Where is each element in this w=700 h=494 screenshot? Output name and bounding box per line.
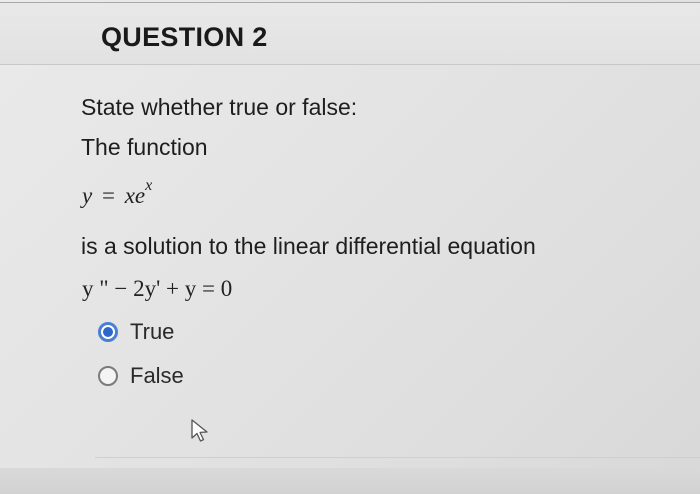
- differential-equation: y " − 2y' + y = 0: [82, 276, 233, 301]
- option-false[interactable]: False: [98, 363, 184, 389]
- bottom-divider: [95, 457, 700, 458]
- equation-lhs: y: [82, 183, 93, 208]
- equation-rhs-exponent: x: [145, 177, 153, 194]
- radio-unselected-icon[interactable]: [98, 366, 118, 386]
- prompt-line-1: State whether true or false:: [81, 94, 358, 120]
- prompt-line-2: The function: [81, 134, 208, 160]
- bottom-band: [0, 468, 700, 494]
- function-equation: y = xex: [82, 177, 152, 209]
- page-background: QUESTION 2 State whether true or false: …: [0, 0, 700, 494]
- equation-equals: =: [101, 183, 115, 208]
- header-divider: [0, 64, 700, 65]
- radio-selected-icon[interactable]: [98, 322, 118, 342]
- option-label-true: True: [130, 319, 175, 344]
- option-true[interactable]: True: [98, 319, 174, 345]
- option-label-false: False: [130, 363, 184, 388]
- equation-rhs-base: xe: [124, 183, 146, 208]
- mouse-pointer-arrow-icon: [191, 419, 208, 442]
- question-title: QUESTION 2: [101, 22, 268, 52]
- prompt-line-3: is a solution to the linear differential…: [81, 233, 536, 259]
